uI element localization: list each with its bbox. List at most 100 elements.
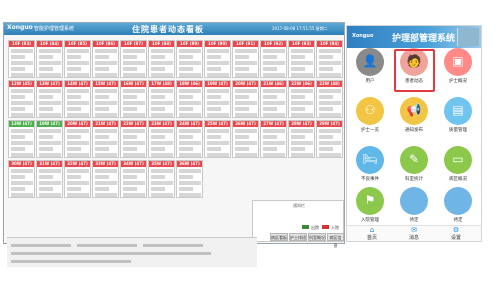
ward-card-line [319, 147, 333, 151]
ward-card[interactable]: 12W (45) [8, 80, 35, 118]
legend-discharge-swatch [302, 225, 309, 229]
ward-card[interactable]: 20W (47) [64, 120, 91, 158]
nav-messages[interactable]: ✉ 消息 [399, 226, 429, 241]
icon-glyph: ⚇ [364, 103, 376, 117]
ward-card-header: 21W (47) [93, 121, 118, 127]
ward-card-header: 13W (47) [37, 81, 62, 87]
ward-card-line [151, 101, 173, 105]
ward-card-line [123, 49, 145, 53]
ward-card-line [39, 135, 53, 139]
ward-card[interactable]: 13W (47) [36, 80, 63, 118]
ward-card-line [319, 73, 341, 77]
ward-card[interactable]: 16W (47) [120, 80, 147, 118]
ward-card-line [67, 101, 89, 105]
settings-icon: ⚙ [452, 226, 460, 234]
ward-card[interactable]: 10F (93) [288, 40, 315, 78]
ward-card-header: 29W (47) [317, 121, 342, 127]
ward-card[interactable]: 31W (47) [36, 160, 63, 198]
ward-card[interactable]: 28W (47) [288, 120, 315, 158]
ward-card[interactable]: 10F (91) [232, 40, 259, 78]
nav-home[interactable]: ⌂ 首页 [357, 226, 387, 241]
feature-tile-label: 入院管理 [361, 218, 379, 223]
ward-card[interactable]: 10F (89) [176, 40, 203, 78]
bottom-navigation: ⌂ 首页 ✉ 消息 ⚙ 设置 [347, 225, 481, 241]
ward-card[interactable]: 15W (47) [92, 80, 119, 118]
ward-card[interactable]: 10F (86) [92, 40, 119, 78]
ward-card[interactable]: 20W (47) [232, 80, 259, 118]
ward-card[interactable]: 14W (47) [64, 80, 91, 118]
legend-admit-label: 入院 [331, 225, 339, 230]
ward-card[interactable]: 10F (84) [36, 40, 63, 78]
ward-card-header: 17W (48) [149, 81, 174, 87]
footer-button-department[interactable]: 科室概况 [308, 233, 326, 241]
ward-card[interactable]: 18W (46) [176, 80, 203, 118]
ward-card[interactable]: 19W (47) [36, 120, 63, 158]
ward-card-line [123, 107, 137, 111]
ward-card-line [123, 153, 145, 157]
ward-card[interactable]: 36W (47) [176, 160, 203, 198]
ward-card-line [207, 147, 221, 151]
legend-admit-swatch [322, 225, 329, 229]
ward-card-line [151, 135, 165, 139]
ward-card-line [11, 113, 33, 117]
ward-card[interactable]: 13W (47) [8, 120, 35, 158]
ward-card[interactable]: 22W (46) [288, 80, 315, 118]
ward-card-line [263, 147, 277, 151]
ward-card-line [67, 73, 89, 77]
ward-card[interactable]: 17W (48) [148, 80, 175, 118]
ward-card-line [67, 135, 81, 139]
ward-card[interactable]: 10F (94) [316, 40, 343, 78]
nav-settings[interactable]: ⚙ 设置 [441, 226, 471, 241]
ward-card[interactable]: 29W (47) [316, 120, 343, 158]
ward-card[interactable]: 10F (87) [120, 40, 147, 78]
ward-card-line [39, 187, 53, 191]
icon-glyph: ▣ [452, 54, 464, 68]
ward-card-line [235, 101, 257, 105]
ward-card-line [123, 129, 145, 133]
ward-card[interactable]: 35W (47) [148, 160, 175, 198]
ward-card-line [319, 89, 341, 93]
ward-card[interactable]: 10F (88) [148, 40, 175, 78]
ward-card[interactable]: 33W (47) [92, 160, 119, 198]
ward-card-header: 21W (46) [261, 81, 286, 87]
ward-card-line [95, 113, 117, 117]
ward-card[interactable]: 21W (47) [92, 120, 119, 158]
ward-card[interactable]: 10F (85) [64, 40, 91, 78]
footer-button-nurse-schedule[interactable]: 护士排班 [289, 233, 307, 241]
icon-glyph: ▭ [452, 152, 464, 166]
ward-card[interactable]: 30W (47) [8, 160, 35, 198]
ward-card-line [235, 135, 249, 139]
footer-button-ward-board[interactable]: 病区看板 [270, 233, 288, 241]
ward-card-line [179, 101, 201, 105]
ward-card-line [319, 141, 341, 145]
ward-card-line [11, 169, 33, 173]
ward-card-line [123, 193, 145, 197]
ward-card-header: 22W (48) [317, 81, 342, 87]
footer-button-ward-info[interactable]: 病区信息 [327, 233, 344, 248]
ward-card[interactable]: 32W (47) [64, 160, 91, 198]
ward-card[interactable]: 19W (47) [204, 80, 231, 118]
ward-card[interactable]: 27W (47) [260, 120, 287, 158]
ward-card-line [207, 141, 229, 145]
ward-card[interactable]: 22W (48) [316, 80, 343, 118]
ward-card[interactable]: 23W (47) [148, 120, 175, 158]
ward-card[interactable]: 22W (47) [120, 120, 147, 158]
ward-card-line [11, 187, 25, 191]
ward-card[interactable]: 21W (46) [260, 80, 287, 118]
ward-card-line [95, 147, 109, 151]
ward-card[interactable]: 10F (83) [8, 40, 35, 78]
ward-card[interactable]: 10F (90) [204, 40, 231, 78]
ward-card[interactable]: 10F (92) [260, 40, 287, 78]
ward-card-line [235, 89, 257, 93]
ward-card-line [207, 107, 221, 111]
ward-card[interactable]: 24W (47) [176, 120, 203, 158]
ward-card[interactable]: 25W (47) [204, 120, 231, 158]
nurse-overview-icon: ▣ [444, 48, 472, 76]
ward-card-line [151, 193, 173, 197]
ward-card-header: 10F (94) [317, 41, 342, 47]
ward-card-line [95, 187, 109, 191]
ward-card-header: 10F (83) [9, 41, 34, 47]
ward-card[interactable]: 34W (47) [120, 160, 147, 198]
ward-card[interactable]: 26W (47) [232, 120, 259, 158]
ward-card-line [319, 129, 341, 133]
